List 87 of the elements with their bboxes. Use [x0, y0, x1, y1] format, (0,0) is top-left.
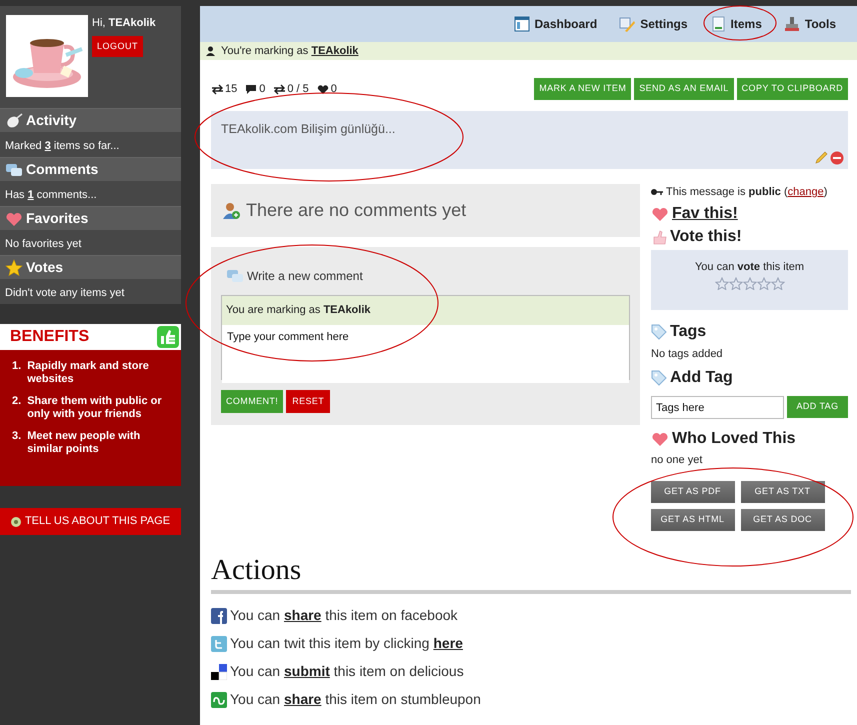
stamp-icon [784, 16, 800, 32]
document-icon [710, 16, 726, 32]
benefit-text: Meet new people with similar points [27, 430, 142, 456]
user-add-icon [222, 202, 240, 220]
section-text: Has 1 comments... [0, 181, 181, 206]
benefit-text: Share them with public or only with your friends [27, 395, 163, 421]
key-icon [651, 188, 663, 196]
stat-count: 0 [259, 82, 266, 97]
user-icon [206, 46, 215, 56]
section-title: Favorites [26, 209, 88, 228]
remove-icon [830, 151, 844, 165]
marking-text: You are marking as TEAkolik [222, 296, 629, 324]
action-link[interactable]: here [433, 635, 463, 651]
action-link[interactable]: share [284, 691, 322, 707]
action-link[interactable]: share [284, 607, 322, 623]
comment-field[interactable]: You are marking as TEAkolik Type your comment here [221, 295, 630, 380]
list-number: 2. [12, 395, 22, 409]
actions-heading: Actions [211, 552, 302, 586]
fav-link[interactable]: Fav this! [672, 204, 738, 224]
export-button[interactable]: GET AS TXT [740, 480, 824, 502]
section-title: Votes [26, 258, 64, 277]
stat-count: 15 [225, 82, 238, 97]
action-text: You can share this item on stumbleupon [230, 690, 481, 709]
heart-icon [651, 431, 669, 447]
star-icon [728, 277, 742, 290]
tag-input[interactable]: Tags here [651, 396, 784, 419]
pencil-icon [814, 151, 828, 165]
nav-link[interactable]: Dashboard [514, 15, 598, 33]
tag-icon [651, 370, 667, 386]
nav-link[interactable]: Tools [784, 15, 836, 33]
action-text: You can submit this item on delicious [230, 662, 464, 681]
thumbs-up-icon [651, 228, 667, 244]
feedback-button[interactable]: TELL US ABOUT THIS PAGE [0, 508, 181, 535]
star-icon [756, 277, 770, 290]
section-title: Vote this! [670, 226, 742, 246]
speech-bubbles-icon [226, 268, 244, 284]
export-button[interactable]: GET AS HTML [650, 508, 734, 530]
heart-icon [651, 206, 669, 222]
nav-link[interactable]: Settings [619, 15, 688, 33]
dashboard-icon [514, 16, 530, 32]
stat-count: 0 / 5 [287, 82, 309, 97]
star-icon [5, 259, 23, 276]
section-title: Who Loved This [672, 429, 796, 449]
empty-comments-text: There are no comments yet [246, 199, 466, 222]
star-rating[interactable] [714, 277, 784, 290]
benefit-text: Rapidly mark and store websites [27, 360, 150, 386]
vote-text: You can vote this item [694, 260, 806, 274]
loved-text: no one yet [651, 453, 704, 468]
arrows-icon [211, 84, 224, 94]
star-icon [742, 277, 756, 290]
logout-button[interactable]: LOGOUT [92, 36, 144, 57]
export-button[interactable]: GET AS PDF [650, 480, 734, 502]
heart-icon [5, 210, 23, 226]
tags-text: No tags added [651, 346, 724, 362]
star-icon [714, 277, 728, 290]
arrows-icon [273, 84, 286, 94]
stat-count: 0 [330, 82, 337, 97]
action-text: You can share this item on facebook [230, 606, 458, 625]
star-icon [770, 277, 784, 290]
section-title: Tags [670, 322, 706, 342]
action-link[interactable]: submit [284, 663, 330, 679]
settings-icon [619, 16, 636, 32]
comment-icon [245, 84, 258, 94]
section-text: No favorites yet [0, 230, 181, 255]
export-button[interactable]: GET AS DOC [740, 508, 824, 530]
reset-button[interactable]: RESET [286, 390, 330, 413]
form-title: Write a new comment [247, 268, 363, 285]
section-title: Comments [26, 160, 98, 179]
privacy-text: This message is public (change) [666, 185, 828, 200]
speech-bubbles-icon [5, 162, 23, 178]
list-number: 1. [12, 360, 22, 374]
heart-icon [316, 84, 330, 94]
action-text: You can twit this item by clicking here [230, 634, 463, 653]
section-title: Add Tag [670, 368, 733, 388]
benefits-title: BENEFITS [10, 327, 90, 347]
tag-icon [651, 324, 667, 340]
section-text: Marked 3 items so far... [0, 132, 181, 157]
marking-text: You're marking as TEAkolik [221, 44, 358, 59]
nav-link[interactable]: Items [710, 15, 762, 33]
section-text: Didn't vote any items yet [0, 279, 181, 304]
username-link[interactable]: TEAkolik [311, 44, 358, 57]
change-link[interactable]: change [788, 186, 824, 198]
facebook-icon [211, 608, 227, 624]
greeting-text: Hi, TEAkolik [92, 16, 156, 31]
description-text: TEAkolik.com Bilişim günlüğü... [221, 121, 396, 138]
section-title: Activity [26, 111, 77, 130]
list-number: 3. [12, 430, 22, 444]
